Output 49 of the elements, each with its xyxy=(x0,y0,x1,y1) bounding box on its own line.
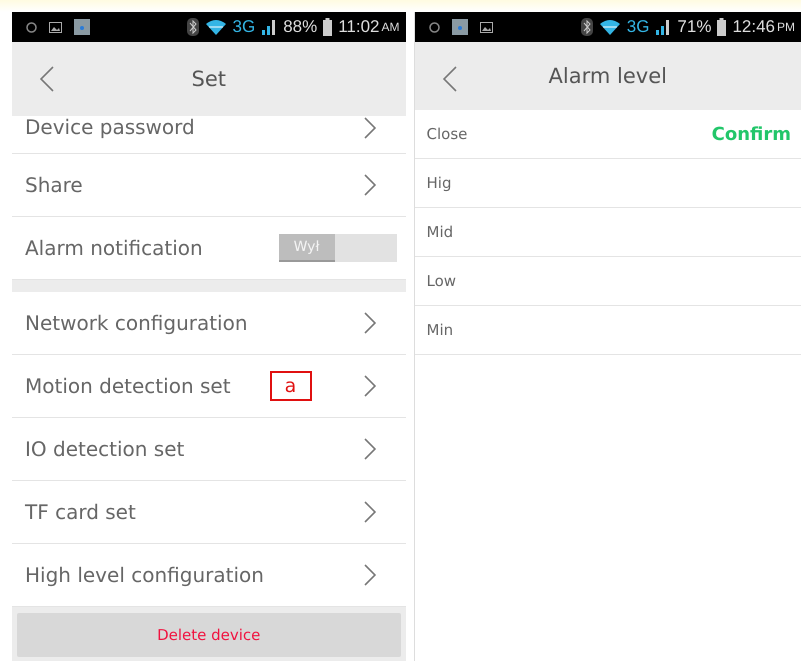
clock-time: 12:46 xyxy=(732,17,775,37)
back-icon[interactable] xyxy=(442,66,456,92)
chevron-right-icon xyxy=(364,501,376,523)
chevron-right-icon xyxy=(364,375,376,397)
app-icon xyxy=(452,19,468,35)
battery-icon xyxy=(717,18,726,36)
level-option[interactable]: Low xyxy=(414,257,801,306)
close-button[interactable]: Close xyxy=(426,125,468,143)
back-icon[interactable] xyxy=(40,66,54,92)
clock-time: 11:02 xyxy=(338,17,380,37)
battery-icon xyxy=(323,18,332,36)
picture-icon xyxy=(49,22,62,32)
picture-icon xyxy=(480,22,492,32)
chevron-right-icon xyxy=(364,312,376,334)
chevron-right-icon xyxy=(364,438,376,460)
settings-row[interactable]: Device password xyxy=(12,116,406,154)
screen-title: Set xyxy=(192,67,226,91)
battery-percent: 71% xyxy=(677,17,712,37)
row-label: High level configuration xyxy=(25,563,265,587)
network-type: 3G xyxy=(232,17,256,37)
signal-icon xyxy=(261,19,278,35)
row-label: Motion detection set xyxy=(25,374,232,398)
row-label: Alarm notification xyxy=(25,236,204,260)
level-option[interactable]: Min xyxy=(414,306,801,355)
clock-icon xyxy=(428,22,440,32)
chevron-right-icon xyxy=(364,117,376,139)
screen-title: Alarm level xyxy=(548,64,667,88)
wifi-icon xyxy=(598,19,621,35)
clock-period: AM xyxy=(382,20,400,34)
app-icon xyxy=(74,19,90,35)
network-type: 3G xyxy=(626,17,650,37)
row-label: IO detection set xyxy=(25,437,186,461)
row-label: Network configuration xyxy=(25,311,249,335)
signal-icon xyxy=(655,19,672,35)
level-option[interactable]: Mid xyxy=(414,208,801,257)
row-label: Device password xyxy=(25,115,196,139)
clock-period: PM xyxy=(777,20,795,34)
row-label: TF card set xyxy=(25,500,137,524)
wifi-icon xyxy=(204,19,226,35)
row-label: Share xyxy=(25,173,84,197)
annotation-label: a xyxy=(270,371,312,401)
chevron-right-icon xyxy=(364,564,376,586)
bluetooth-icon xyxy=(580,18,593,36)
delete-device-button[interactable]: Delete device xyxy=(17,613,400,657)
clock-icon xyxy=(26,22,37,32)
battery-percent: 88% xyxy=(283,17,318,37)
level-option[interactable]: Hig xyxy=(414,159,801,208)
chevron-right-icon xyxy=(364,174,376,196)
bluetooth-icon xyxy=(186,18,198,36)
